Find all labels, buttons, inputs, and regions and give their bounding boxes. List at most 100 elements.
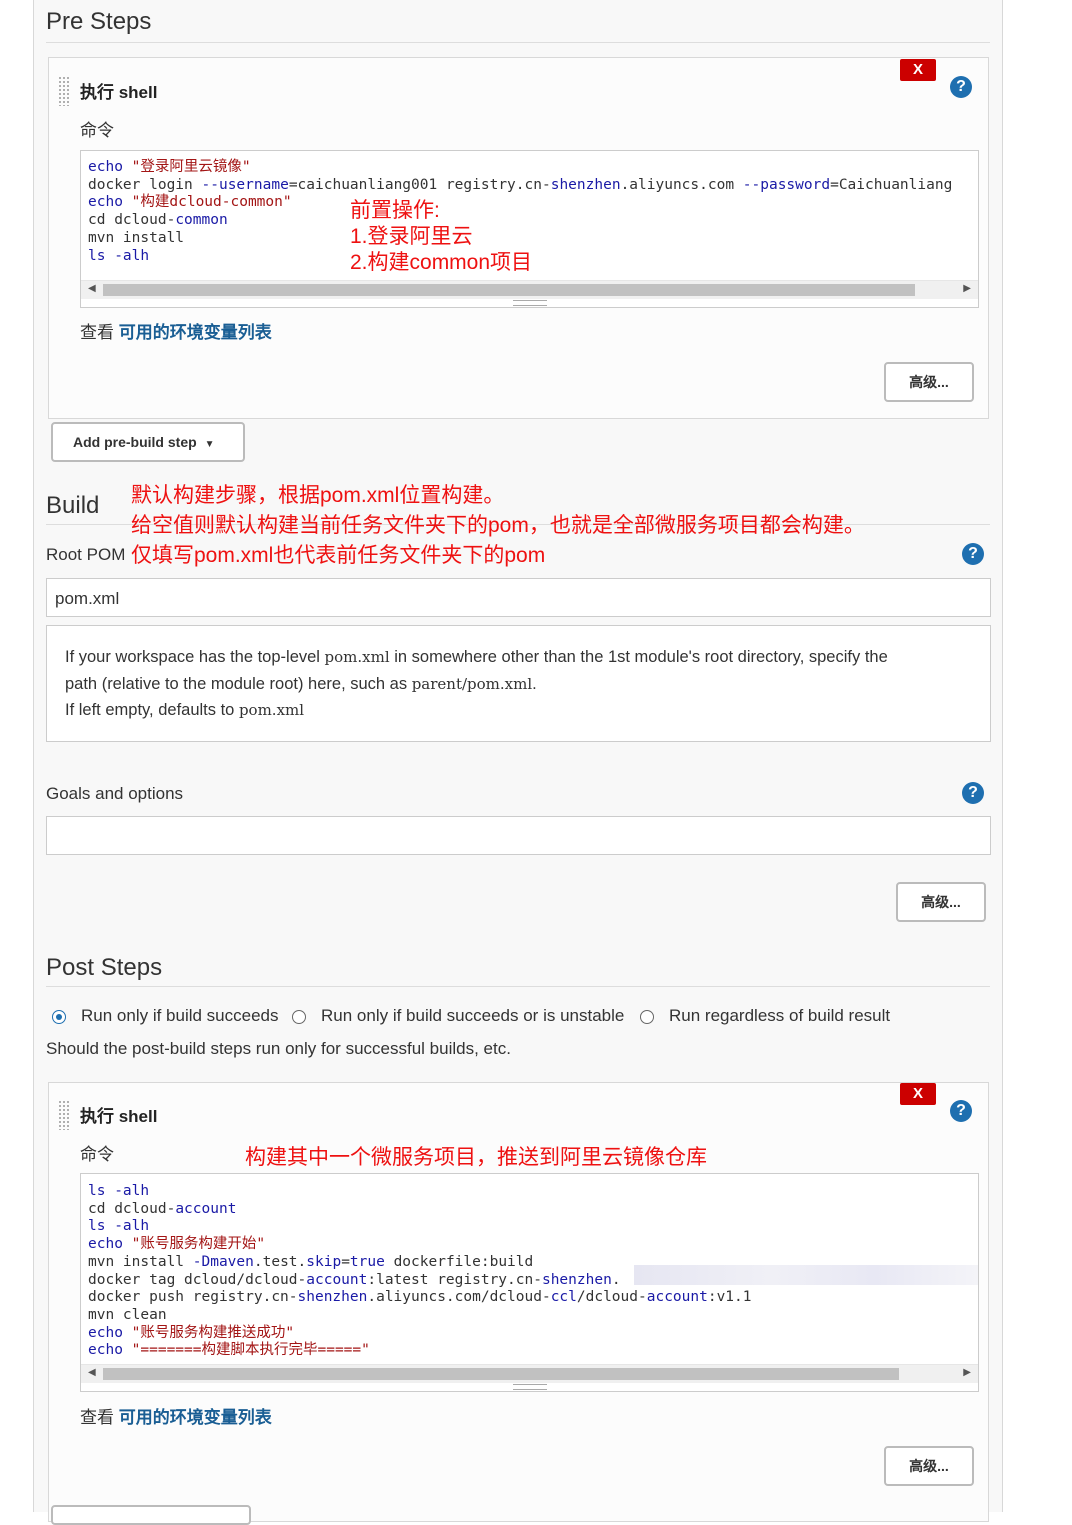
help-line: path (relative to the module root) here,… bbox=[65, 671, 990, 698]
radio-label[interactable]: Run only if build succeeds bbox=[81, 1006, 279, 1026]
delete-step-button[interactable]: X bbox=[900, 1083, 936, 1105]
code-line[interactable]: ls -alh bbox=[88, 1183, 752, 1201]
radio-run-regardless[interactable] bbox=[640, 1010, 654, 1024]
help-icon[interactable]: ? bbox=[950, 76, 972, 98]
code-token: . bbox=[611, 1271, 621, 1288]
code-token: ls bbox=[88, 1218, 115, 1235]
code-token: "账号服务构建开始" bbox=[122, 1236, 266, 1253]
root-pom-input[interactable]: pom.xml bbox=[46, 578, 991, 617]
pre-steps-divider bbox=[46, 42, 990, 43]
add-pre-build-step-label: Add pre-build step bbox=[73, 434, 197, 450]
annotation-line: 仅填写pom.xml也代表前任务文件夹下的pom bbox=[131, 544, 546, 567]
code-token: -alh bbox=[114, 247, 150, 264]
scroll-left-icon[interactable]: ◀ bbox=[88, 1367, 96, 1378]
code-token: echo bbox=[88, 1236, 123, 1253]
command-label: 命令 bbox=[80, 121, 114, 140]
delete-step-button[interactable]: X bbox=[900, 59, 936, 81]
advanced-button[interactable]: 高级... bbox=[884, 362, 974, 402]
help-icon[interactable]: ? bbox=[950, 1100, 972, 1122]
horizontal-scrollbar[interactable]: ◀ ▶ bbox=[81, 280, 978, 299]
scroll-right-icon[interactable]: ▶ bbox=[963, 283, 971, 294]
help-code: pom.xml bbox=[324, 648, 390, 666]
advanced-button[interactable]: 高级... bbox=[884, 1446, 974, 1486]
post-steps-description: Should the post-build steps run only for… bbox=[46, 1039, 511, 1058]
code-line[interactable]: docker push registry.cn-shenzhen.aliyunc… bbox=[88, 1289, 752, 1307]
add-pre-build-step-button[interactable]: Add pre-build step ▼ bbox=[51, 422, 245, 462]
help-text: path (relative to the module root) here,… bbox=[65, 674, 412, 693]
code-line[interactable]: docker login --username=caichuanliang001… bbox=[88, 177, 952, 195]
scroll-left-icon[interactable]: ◀ bbox=[88, 283, 96, 294]
annotation-line: 默认构建步骤，根据pom.xml位置构建。 bbox=[131, 484, 505, 507]
annotation-line: 2.构建common项目 bbox=[350, 251, 533, 274]
code-token: shenzhen bbox=[550, 176, 621, 193]
help-line: If your workspace has the top-level pom.… bbox=[65, 644, 990, 671]
code-token: .test. bbox=[253, 1253, 307, 1270]
code-line[interactable]: ls -alh bbox=[88, 1218, 752, 1236]
code-token: ls bbox=[88, 1183, 115, 1199]
code-token: mvn clean bbox=[88, 1306, 167, 1323]
code-line[interactable]: echo "登录阿里云镜像" bbox=[88, 159, 952, 177]
pre-steps-annotation: 前置操作: 1.登录阿里云 2.构建common项目 bbox=[350, 198, 532, 276]
radio-run-if-succeeds[interactable] bbox=[52, 1010, 66, 1024]
code-line[interactable]: echo "=======构建脚本执行完毕=====" bbox=[88, 1342, 752, 1360]
env-vars-row: 查看 可用的环境变量列表 bbox=[80, 1403, 272, 1428]
code-token: echo bbox=[88, 1324, 123, 1341]
help-line: If left empty, defaults to pom.xml bbox=[65, 697, 990, 724]
drag-handle-icon[interactable] bbox=[58, 76, 70, 106]
scrollbar-thumb[interactable] bbox=[103, 284, 915, 296]
code-token: :latest registry.cn- bbox=[367, 1271, 542, 1288]
help-text: If left empty, defaults to bbox=[65, 701, 239, 719]
env-vars-prefix: 查看 bbox=[80, 1408, 119, 1427]
horizontal-scrollbar[interactable]: ◀ ▶ bbox=[81, 1364, 978, 1383]
radio-run-if-unstable[interactable] bbox=[292, 1010, 306, 1024]
annotation-line: 给空值则默认构建当前任务文件夹下的pom，也就是全部微服务项目都会构建。 bbox=[131, 514, 865, 537]
pre-step-title: 执行 shell bbox=[80, 83, 158, 102]
build-title: Build bbox=[46, 492, 100, 519]
caret-down-icon: ▼ bbox=[204, 439, 215, 450]
help-text: If your workspace has the top-level bbox=[65, 648, 325, 666]
code-token: ccl bbox=[550, 1289, 577, 1306]
resize-grip-icon[interactable] bbox=[512, 1384, 547, 1390]
scrollbar-thumb[interactable] bbox=[103, 1368, 899, 1380]
drag-handle-icon[interactable] bbox=[58, 1100, 70, 1130]
code-token: --username bbox=[201, 176, 289, 193]
advanced-button[interactable]: 高级... bbox=[896, 882, 986, 922]
code-token: common bbox=[175, 212, 228, 229]
env-vars-link[interactable]: 可用的环境变量列表 bbox=[119, 323, 272, 342]
code-token: shenzhen bbox=[297, 1289, 368, 1306]
post-steps-divider bbox=[46, 986, 990, 987]
code-line[interactable]: cd dcloud-account bbox=[88, 1201, 752, 1219]
annotation-line: 1.登录阿里云 bbox=[350, 225, 473, 248]
post-command-editor[interactable]: ls -alh cd dcloud-account ls -alh echo "账号服… bbox=[80, 1173, 979, 1392]
goals-label: Goals and options bbox=[46, 784, 184, 803]
code-token: ls bbox=[88, 247, 115, 264]
env-vars-link[interactable]: 可用的环境变量列表 bbox=[119, 1408, 272, 1427]
code-token: "登录阿里云镜像" bbox=[122, 159, 251, 175]
code-token: = bbox=[341, 1253, 350, 1270]
code-token: docker push registry.cn- bbox=[88, 1289, 298, 1306]
code-token: -alh bbox=[114, 1218, 150, 1235]
code-line[interactable]: echo "账号服务构建推送成功" bbox=[88, 1325, 752, 1343]
code-token: docker login bbox=[88, 176, 202, 193]
code-line[interactable]: echo "账号服务构建开始" bbox=[88, 1236, 752, 1254]
resize-grip-icon[interactable] bbox=[512, 300, 547, 306]
code-token: =caichuanliang001 registry.cn- bbox=[288, 176, 551, 193]
post-step-title: 执行 shell bbox=[80, 1107, 158, 1126]
help-icon[interactable]: ? bbox=[962, 543, 984, 565]
code-token: :v1.1 bbox=[707, 1289, 752, 1306]
help-icon[interactable]: ? bbox=[962, 782, 984, 804]
radio-label[interactable]: Run only if build succeeds or is unstabl… bbox=[321, 1006, 624, 1026]
goals-input[interactable] bbox=[46, 816, 991, 855]
scroll-right-icon[interactable]: ▶ bbox=[963, 1367, 971, 1378]
code-token: "账号服务构建推送成功" bbox=[122, 1324, 295, 1341]
code-line[interactable]: mvn clean bbox=[88, 1307, 752, 1325]
code-token: =Caichuanliang bbox=[830, 176, 953, 193]
help-code: parent/pom.xml bbox=[411, 674, 533, 693]
add-post-build-step-button[interactable] bbox=[51, 1505, 251, 1525]
code-token: .aliyuncs.com/dcloud- bbox=[367, 1289, 551, 1306]
radio-label[interactable]: Run regardless of build result bbox=[669, 1006, 890, 1026]
code-token: account bbox=[646, 1289, 708, 1306]
code-token: echo bbox=[88, 1342, 123, 1359]
code-token: "=======构建脚本执行完毕=====" bbox=[122, 1342, 370, 1359]
code-token: echo bbox=[88, 159, 123, 175]
